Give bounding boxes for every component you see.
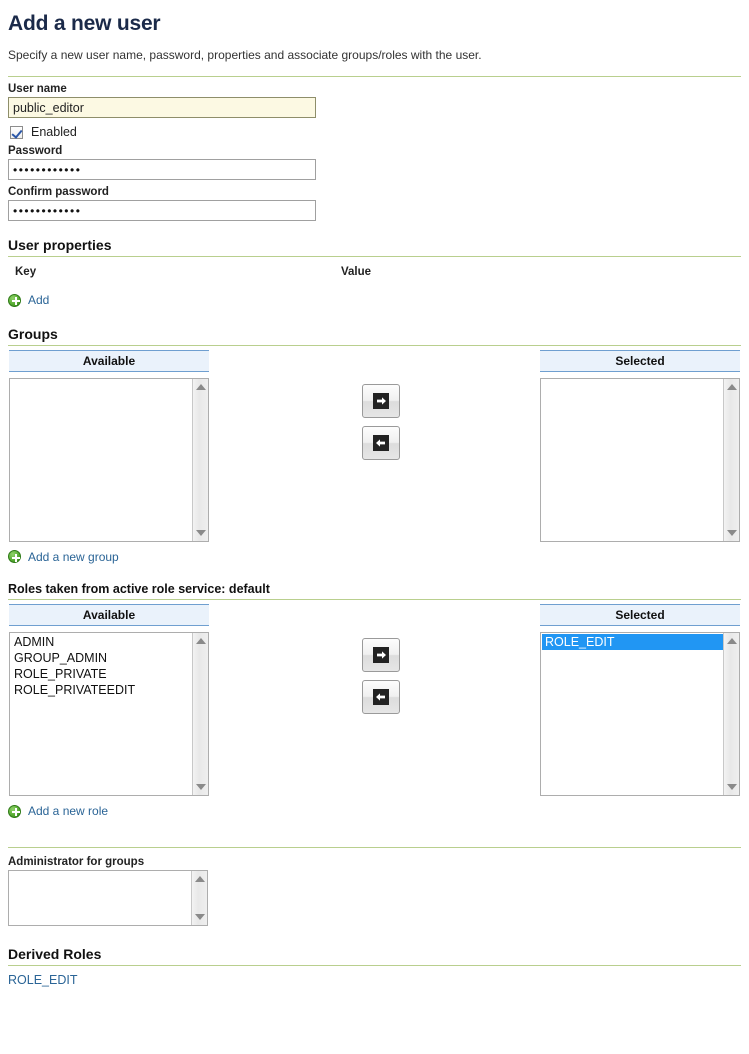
list-item[interactable]: ROLE_PRIVATE (11, 666, 192, 682)
divider-user-properties (8, 256, 741, 257)
plus-circle-icon (8, 805, 21, 818)
groups-available-header: Available (9, 350, 209, 372)
add-new-role-button[interactable]: Add a new role (8, 804, 108, 818)
admin-for-groups-scrollbar[interactable] (191, 871, 207, 925)
roles-transfer-widget: Available ADMINGROUP_ADMINROLE_PRIVATERO… (8, 604, 741, 794)
derived-roles-list: ROLE_EDIT (8, 966, 741, 987)
properties-value-header: Value (341, 266, 371, 278)
scroll-down-icon[interactable] (196, 530, 206, 536)
plus-circle-icon (8, 550, 21, 563)
roles-available-list[interactable]: ADMINGROUP_ADMINROLE_PRIVATEROLE_PRIVATE… (9, 632, 209, 796)
roles-selected-list[interactable]: ROLE_EDIT (540, 632, 740, 796)
add-new-group-label: Add a new group (28, 550, 119, 564)
scroll-down-icon[interactable] (195, 914, 205, 920)
groups-selected-scrollbar[interactable] (723, 379, 739, 541)
roles-selected-header: Selected (540, 604, 740, 626)
divider-admin-groups (8, 847, 741, 848)
groups-selected-options (541, 379, 723, 541)
roles-selected-pane: Selected ROLE_EDIT (540, 604, 740, 796)
page-subtitle: Specify a new user name, password, prope… (8, 48, 741, 62)
list-item[interactable]: ROLE_EDIT (542, 634, 723, 650)
admin-for-groups-label: Administrator for groups (8, 856, 741, 868)
roles-transfer-buttons (362, 638, 400, 714)
groups-selected-pane: Selected (540, 350, 740, 542)
add-user-page: Add a new user Specify a new user name, … (0, 0, 749, 987)
divider-groups (8, 345, 741, 346)
enabled-checkbox-row[interactable]: Enabled (10, 125, 741, 139)
roles-move-left-button[interactable] (362, 680, 400, 714)
confirm-password-label: Confirm password (8, 186, 741, 198)
password-input[interactable] (8, 159, 316, 180)
scroll-down-icon[interactable] (196, 784, 206, 790)
groups-move-left-button[interactable] (362, 426, 400, 460)
user-properties-heading: User properties (8, 237, 741, 253)
scroll-up-icon[interactable] (196, 384, 206, 390)
groups-selected-list[interactable] (540, 378, 740, 542)
list-item[interactable]: ADMIN (11, 634, 192, 650)
add-new-group-button[interactable]: Add a new group (8, 550, 119, 564)
divider-roles (8, 599, 741, 600)
derived-role-link[interactable]: ROLE_EDIT (8, 973, 77, 987)
username-input[interactable] (8, 97, 316, 118)
groups-transfer-buttons (362, 384, 400, 460)
divider-top (8, 76, 741, 77)
arrow-left-icon (373, 435, 389, 451)
arrow-right-icon (373, 393, 389, 409)
roles-available-scrollbar[interactable] (192, 633, 208, 795)
roles-selected-scrollbar[interactable] (723, 633, 739, 795)
groups-available-pane: Available (9, 350, 209, 542)
admin-for-groups-options (9, 871, 191, 925)
roles-heading: Roles taken from active role service: de… (8, 582, 741, 596)
password-label: Password (8, 145, 741, 157)
enabled-label: Enabled (31, 125, 77, 139)
roles-available-header: Available (9, 604, 209, 626)
groups-move-right-button[interactable] (362, 384, 400, 418)
add-property-button[interactable]: Add (8, 293, 49, 307)
add-new-role-label: Add a new role (28, 804, 108, 818)
groups-available-list[interactable] (9, 378, 209, 542)
scroll-up-icon[interactable] (727, 638, 737, 644)
groups-selected-header: Selected (540, 350, 740, 372)
properties-key-header: Key (15, 266, 36, 278)
roles-move-right-button[interactable] (362, 638, 400, 672)
roles-selected-options: ROLE_EDIT (541, 633, 723, 795)
plus-circle-icon (8, 294, 21, 307)
groups-transfer-widget: Available (8, 350, 741, 540)
arrow-right-icon (373, 647, 389, 663)
add-property-label: Add (28, 293, 49, 307)
groups-available-scrollbar[interactable] (192, 379, 208, 541)
scroll-down-icon[interactable] (727, 530, 737, 536)
admin-for-groups-list[interactable] (8, 870, 208, 926)
properties-table-header: Key Value (8, 266, 741, 286)
scroll-up-icon[interactable] (727, 384, 737, 390)
confirm-password-input[interactable] (8, 200, 316, 221)
roles-available-pane: Available ADMINGROUP_ADMINROLE_PRIVATERO… (9, 604, 209, 796)
scroll-up-icon[interactable] (196, 638, 206, 644)
page-title: Add a new user (8, 12, 741, 36)
scroll-down-icon[interactable] (727, 784, 737, 790)
groups-heading: Groups (8, 326, 741, 342)
arrow-left-icon (373, 689, 389, 705)
roles-available-options: ADMINGROUP_ADMINROLE_PRIVATEROLE_PRIVATE… (10, 633, 192, 795)
enabled-checkbox[interactable] (10, 126, 23, 139)
derived-roles-heading: Derived Roles (8, 946, 741, 962)
groups-available-options (10, 379, 192, 541)
list-item[interactable]: GROUP_ADMIN (11, 650, 192, 666)
list-item[interactable]: ROLE_PRIVATEEDIT (11, 682, 192, 698)
scroll-up-icon[interactable] (195, 876, 205, 882)
username-label: User name (8, 83, 741, 95)
